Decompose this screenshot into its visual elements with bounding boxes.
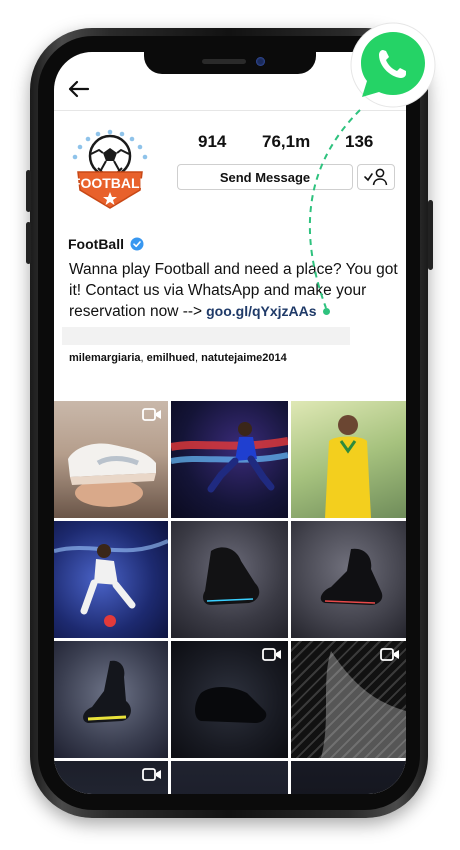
bio-link[interactable]: goo.gl/qYxjzAAs bbox=[206, 303, 316, 319]
profile-avatar[interactable]: FOOTBALL bbox=[68, 128, 152, 212]
posts-count: 914 bbox=[198, 132, 227, 151]
video-camera-icon bbox=[142, 768, 161, 781]
follower-name[interactable]: milemargiaria bbox=[69, 352, 141, 364]
boot-image bbox=[203, 547, 260, 605]
app-screen: FOOTBALL 914 76,1m 136 Send Message Foot… bbox=[54, 52, 406, 794]
followed-by[interactable]: milemargiaria, emilhued, natutejaime2014 bbox=[69, 352, 287, 364]
post-grid bbox=[54, 401, 406, 794]
video-camera-icon bbox=[142, 408, 161, 421]
post-tile-9[interactable] bbox=[291, 641, 406, 758]
profile-name-row: FootBall bbox=[68, 234, 144, 254]
front-camera bbox=[256, 57, 265, 66]
power-button bbox=[428, 200, 433, 270]
post-tile-12[interactable] bbox=[291, 761, 406, 794]
video-camera-icon bbox=[262, 648, 281, 661]
post-tile-1[interactable] bbox=[54, 401, 168, 518]
link-marker-dot bbox=[322, 308, 330, 316]
kick-image bbox=[54, 539, 168, 627]
post-tile-10[interactable] bbox=[54, 761, 168, 794]
arrow-left-icon[interactable] bbox=[66, 78, 92, 100]
volume-up-button bbox=[26, 170, 31, 212]
post-tile-3[interactable] bbox=[291, 401, 406, 518]
profile-stats: 914 76,1m 136 bbox=[174, 132, 400, 156]
post-tile-6[interactable] bbox=[291, 521, 406, 638]
boot-image bbox=[83, 660, 131, 723]
profile-name: FootBall bbox=[68, 236, 124, 252]
post-tile-8[interactable] bbox=[171, 641, 288, 758]
post-tile-7[interactable] bbox=[54, 641, 168, 758]
volume-down-button bbox=[26, 222, 31, 264]
header-divider bbox=[54, 110, 406, 111]
follower-name[interactable]: natutejaime2014 bbox=[201, 352, 287, 364]
phone-notch bbox=[144, 52, 316, 74]
follow-button[interactable] bbox=[357, 164, 395, 190]
sprinter-image bbox=[171, 422, 288, 493]
post-tile-2[interactable] bbox=[171, 401, 288, 518]
verified-badge-icon bbox=[130, 237, 144, 251]
followers-count[interactable]: 76,1m bbox=[262, 132, 310, 152]
send-message-button[interactable]: Send Message bbox=[177, 164, 353, 190]
highlights-placeholder bbox=[62, 327, 350, 345]
post-tile-11[interactable] bbox=[171, 761, 288, 794]
speaker-grille bbox=[202, 59, 246, 64]
post-tile-4[interactable] bbox=[54, 521, 168, 638]
profile-bio: Wanna play Football and need a place? Yo… bbox=[69, 260, 399, 323]
player-image bbox=[325, 415, 371, 518]
person-check-icon bbox=[364, 168, 388, 186]
whatsapp-icon[interactable] bbox=[350, 22, 436, 108]
post-tile-5[interactable] bbox=[171, 521, 288, 638]
logo-text: FOOTBALL bbox=[72, 175, 149, 191]
follower-name[interactable]: emilhued bbox=[147, 352, 195, 364]
following-count[interactable]: 136 bbox=[345, 132, 373, 152]
video-camera-icon bbox=[380, 648, 399, 661]
boot-image bbox=[320, 548, 383, 605]
